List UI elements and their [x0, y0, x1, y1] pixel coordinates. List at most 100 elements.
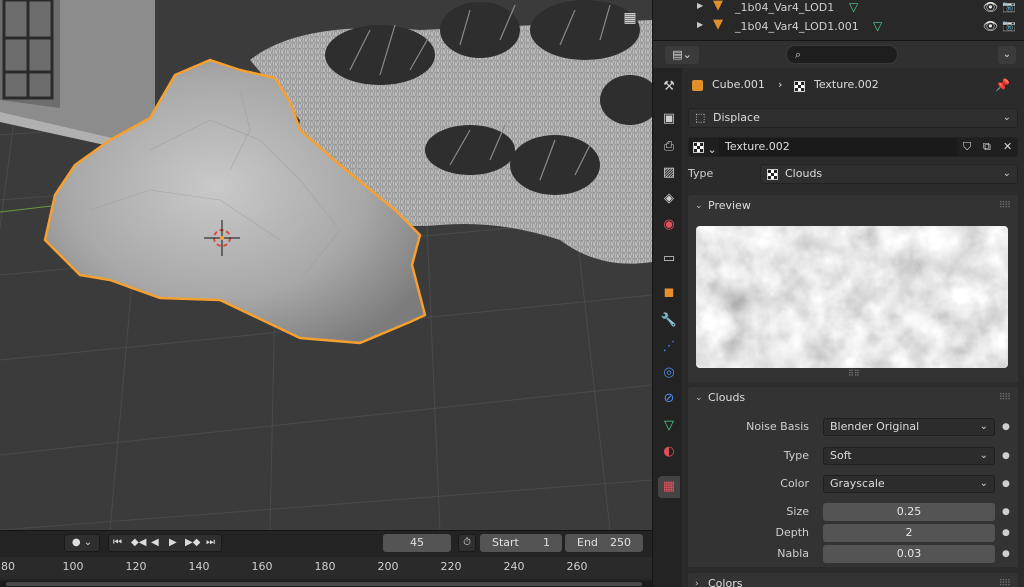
jump-start-icon[interactable]: ⏮	[113, 535, 122, 551]
view-layer-tab[interactable]: ▨	[658, 162, 680, 184]
grid-view-icon[interactable]: ▦	[620, 8, 640, 28]
drag-handle-icon[interactable]: ⠿⠿	[999, 195, 1011, 217]
play-reverse-icon[interactable]: ◀	[151, 535, 159, 551]
outliner-item-name: _1b04_Var4_LOD1.001	[735, 20, 859, 33]
wrench-icon: 🔧	[660, 313, 678, 328]
scene-tab[interactable]: ◈	[658, 188, 680, 210]
pin-icon[interactable]: 📌	[995, 78, 1010, 92]
data-tab[interactable]: ▽	[658, 415, 680, 437]
chevron-down-icon[interactable]: ⌄	[998, 46, 1016, 64]
material-tab[interactable]: ◐	[658, 441, 680, 463]
colors-panel-header[interactable]: › Colors ⠿⠿	[688, 573, 1018, 587]
timeline-scrollbar[interactable]	[0, 581, 652, 587]
breadcrumb-object: Cube.001	[712, 78, 765, 91]
chevron-down-icon: ⌄	[1002, 168, 1011, 179]
drag-handle-icon[interactable]: ⠿⠿	[999, 573, 1011, 587]
physics-tab[interactable]: ◎	[658, 362, 680, 384]
jump-end-icon[interactable]: ⏭	[206, 535, 215, 551]
object-tab[interactable]: ◼	[658, 282, 680, 304]
depth-label: Depth	[775, 526, 809, 539]
stopwatch-icon[interactable]: ⏱	[458, 534, 476, 552]
nabla-label: Nabla	[777, 547, 809, 560]
frame-ruler[interactable]: 80 100 120 140 160 180 200 220 240 260	[0, 557, 652, 579]
keyframe-dot-icon[interactable]: ●	[1002, 479, 1010, 489]
color-label: Color	[780, 477, 809, 490]
keyframe-dot-icon[interactable]: ●	[1002, 549, 1010, 559]
record-keyframe-button[interactable]: ● ⌄	[64, 534, 100, 552]
shield-icon[interactable]: ⛉	[963, 138, 971, 156]
keyframe-dot-icon[interactable]: ●	[1002, 451, 1010, 461]
mesh-data-icon[interactable]: ▽	[873, 19, 882, 33]
outliner-row[interactable]: ▶ ▼ _1b04_Var4_LOD1 ▽ 👁 📷	[653, 0, 1024, 18]
end-frame-field[interactable]: End 250	[565, 534, 643, 552]
3d-viewport[interactable]: ▦	[0, 0, 652, 530]
noise-basis-select[interactable]: Blender Original ⌄	[823, 418, 995, 436]
breadcrumb-texture: Texture.002	[814, 78, 879, 91]
outliner-item-name: _1b04_Var4_LOD1	[735, 1, 835, 14]
constraints-tab[interactable]: ⊘	[658, 388, 680, 410]
close-icon[interactable]: ✕	[1003, 138, 1012, 156]
material-icon: ◐	[663, 444, 675, 459]
object-icon: ◼	[663, 285, 675, 300]
depth-field[interactable]: 2	[823, 524, 995, 542]
editor-type-button[interactable]: ▤⌄	[665, 46, 699, 64]
texture-datablock[interactable]: ⌄ Texture.002 ⛉ ⧉ ✕	[688, 137, 1018, 157]
start-frame-field[interactable]: Start 1	[480, 534, 562, 552]
render-tab[interactable]: ▣	[658, 108, 680, 130]
tool-tab[interactable]: ⚒	[658, 76, 680, 98]
image-icon: ▨	[662, 165, 676, 180]
outliner[interactable]: ▶ ▼ _1b04_Var4_LOD1 ▽ 👁 📷 ▶ ▼ _1b04_Var4…	[652, 0, 1024, 40]
eye-icon[interactable]: 👁	[983, 19, 998, 33]
noise-basis-label: Noise Basis	[746, 420, 809, 433]
camera-icon[interactable]: 📷	[1002, 0, 1016, 13]
texture-name-field[interactable]: Texture.002	[719, 138, 957, 156]
color-select[interactable]: Grayscale ⌄	[823, 475, 995, 493]
object-icon: ▼	[713, 17, 723, 32]
keyframe-dot-icon[interactable]: ●	[1002, 528, 1010, 538]
keyframe-dot-icon[interactable]: ●	[1002, 422, 1010, 432]
next-keyframe-icon[interactable]: ▶◆	[185, 535, 200, 551]
modifier-select[interactable]: ⬚ Displace ⌄	[688, 108, 1018, 128]
resize-handle-icon[interactable]: ⠿⠿	[848, 369, 860, 378]
nabla-field[interactable]: 0.03	[823, 545, 995, 563]
expand-arrow-icon[interactable]: ▶	[697, 20, 703, 29]
duplicate-icon[interactable]: ⧉	[983, 138, 991, 156]
noise-type-value: Soft	[830, 449, 852, 462]
particles-tab[interactable]: ⋰	[658, 336, 680, 358]
keyframe-dot-icon[interactable]: ●	[1002, 507, 1010, 517]
world-tab[interactable]: ◉	[658, 214, 680, 236]
mesh-data-icon[interactable]: ▽	[849, 0, 858, 14]
current-frame-field[interactable]: 45	[383, 534, 451, 552]
noise-type-label: Type	[783, 449, 809, 462]
output-tab[interactable]: ⎙	[658, 136, 680, 158]
scene-icon: ◈	[664, 191, 674, 206]
clouds-panel-title: Clouds	[708, 391, 746, 404]
camera-icon[interactable]: 📷	[1002, 19, 1016, 32]
breadcrumb: Cube.001 › Texture.002 📌	[690, 76, 1016, 94]
collection-tab[interactable]: ▭	[658, 248, 680, 270]
prev-keyframe-icon[interactable]: ◆◀	[131, 535, 146, 551]
noise-type-select[interactable]: Soft ⌄	[823, 447, 995, 465]
play-icon[interactable]: ▶	[169, 535, 177, 551]
modifier-tab[interactable]: 🔧	[658, 310, 680, 332]
clouds-panel-header[interactable]: ⌄ Clouds ⠿⠿	[688, 387, 1018, 409]
frame-tick-label: 220	[440, 560, 462, 573]
size-label: Size	[786, 505, 809, 518]
preview-panel-header[interactable]: ⌄ Preview ⠿⠿	[688, 195, 1018, 217]
texture-preview-image	[696, 226, 1008, 368]
texture-type-select[interactable]: Clouds ⌄	[760, 164, 1018, 184]
search-input[interactable]: ⌕	[786, 45, 898, 64]
timeline-controls: ● ⌄ ⏮ ◆◀ ◀ ▶ ▶◆ ⏭ 45 ⏱ Start 1 End 250	[0, 534, 652, 556]
expand-arrow-icon[interactable]: ▶	[697, 1, 703, 10]
start-label: Start	[492, 536, 519, 549]
search-icon: ⌕	[795, 48, 802, 61]
outliner-row[interactable]: ▶ ▼ _1b04_Var4_LOD1.001 ▽ 👁 📷	[653, 17, 1024, 37]
size-field[interactable]: 0.25	[823, 503, 995, 521]
drag-handle-icon[interactable]: ⠿⠿	[999, 387, 1011, 409]
texture-tab[interactable]: ▦	[658, 476, 680, 498]
frame-tick-label: 240	[503, 560, 525, 573]
texture-browse-icon[interactable]: ⌄	[693, 141, 717, 159]
collection-icon: ▭	[662, 251, 676, 266]
frame-tick-label: 160	[251, 560, 273, 573]
eye-icon[interactable]: 👁	[983, 0, 998, 14]
